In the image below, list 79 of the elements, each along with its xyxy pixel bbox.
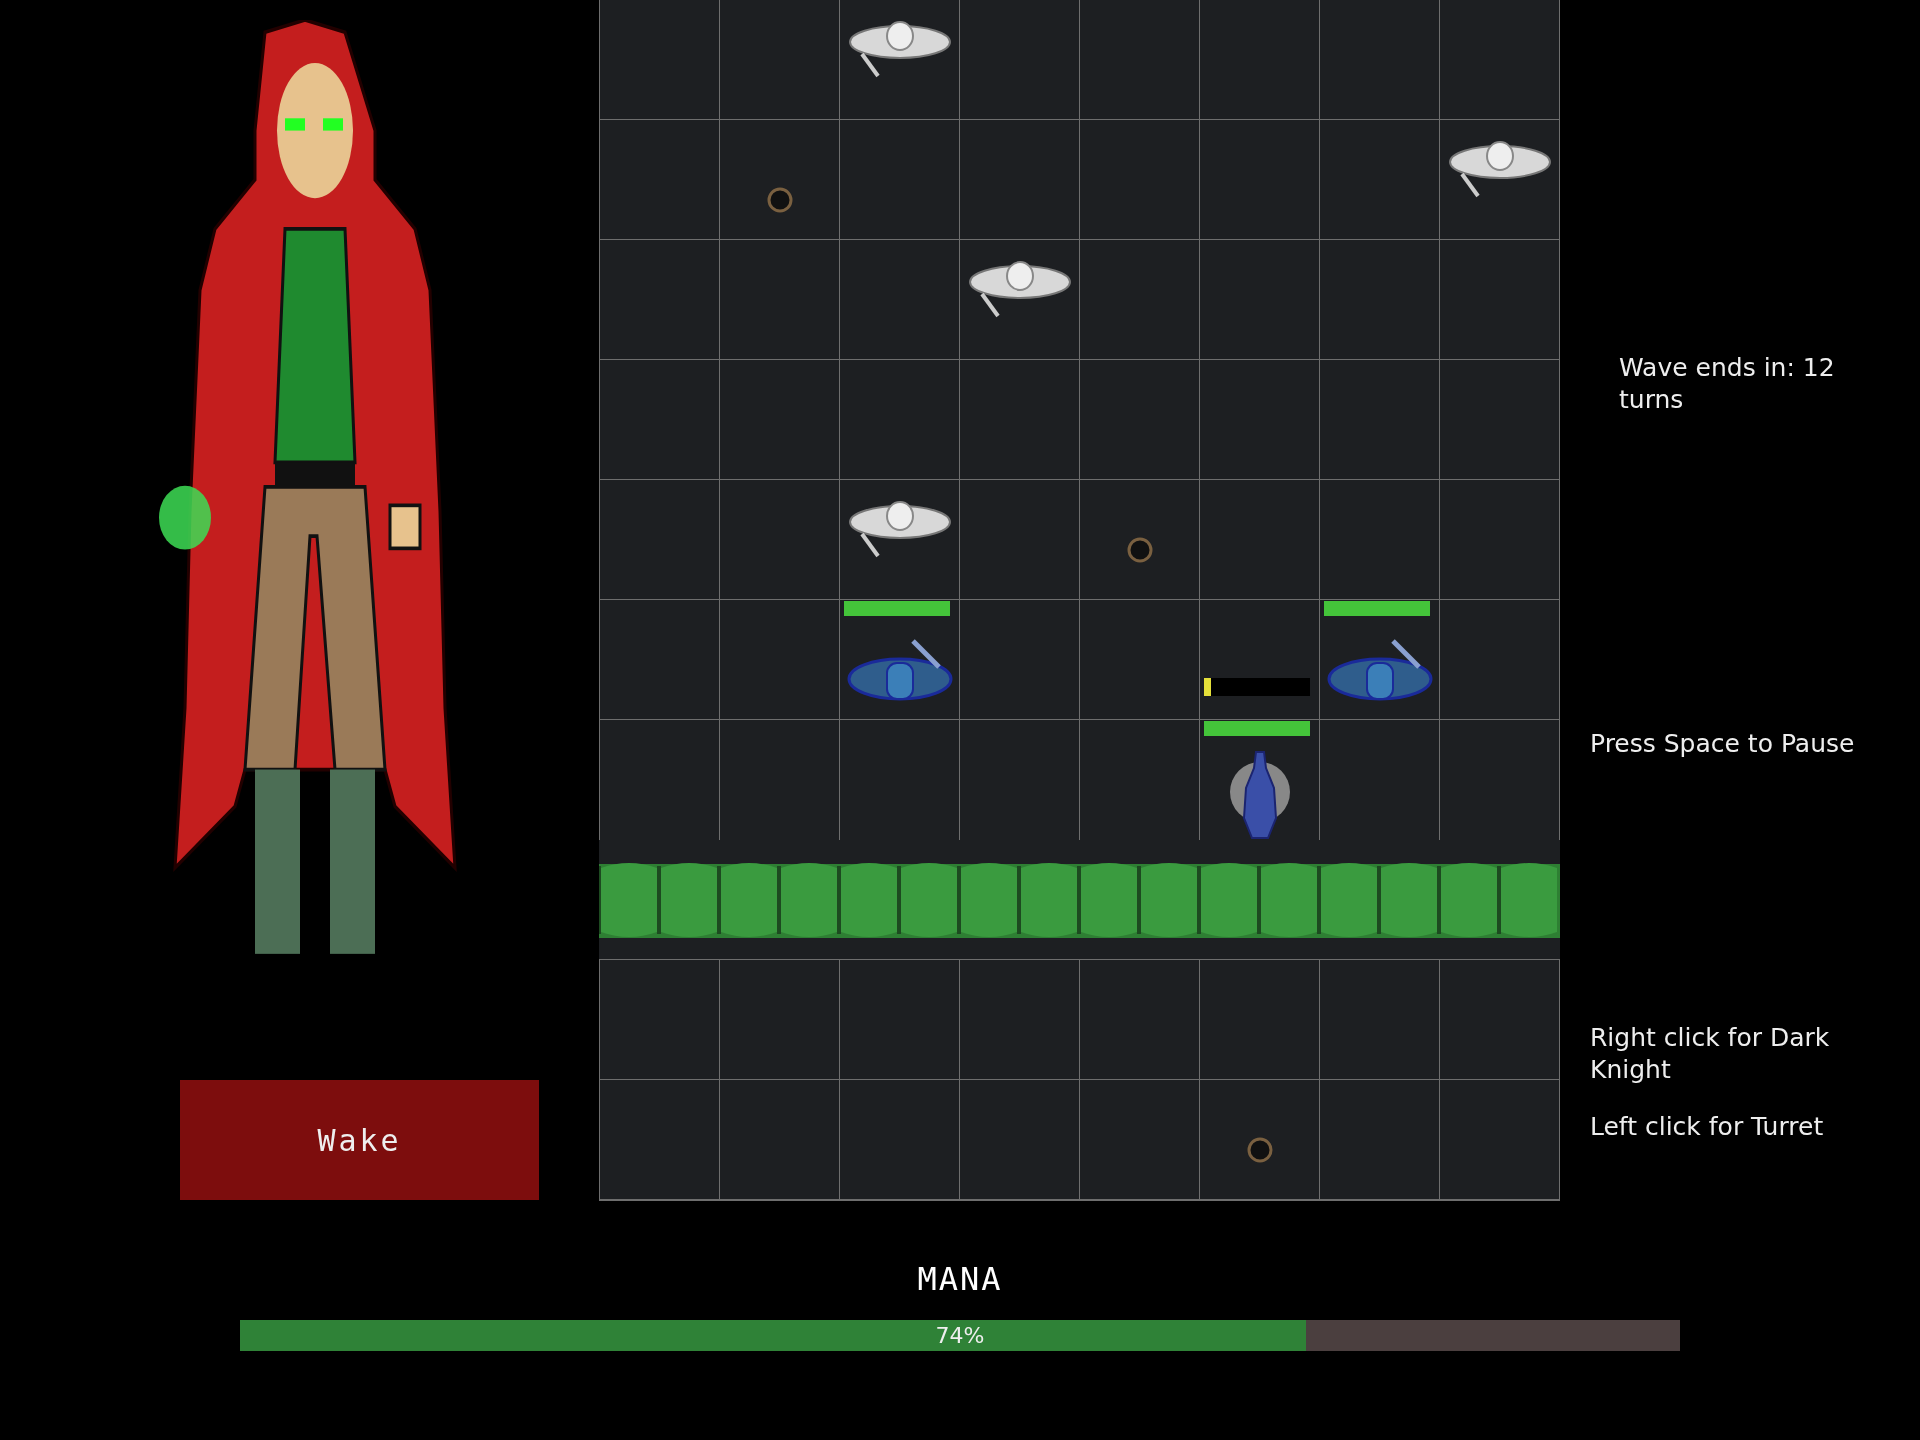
board-tile[interactable] (960, 480, 1079, 599)
board-tile[interactable] (1200, 0, 1319, 119)
board-tile[interactable] (1080, 120, 1199, 239)
board-tile[interactable] (1200, 960, 1319, 1079)
board-tile[interactable] (1320, 1080, 1439, 1199)
mine-icon (766, 186, 793, 213)
board-tile[interactable] (840, 360, 959, 479)
saucer-enemy-icon (1447, 139, 1552, 200)
board-tile[interactable] (1440, 120, 1559, 239)
board-tile[interactable] (1440, 1080, 1559, 1199)
turret-icon (1326, 636, 1433, 703)
board-tile[interactable] (1200, 1080, 1319, 1199)
board-tile[interactable] (1320, 240, 1439, 359)
board-tile[interactable] (960, 240, 1079, 359)
board-tile[interactable] (840, 1080, 959, 1199)
mana-reading: 74% (935, 1323, 985, 1348)
board-tile[interactable] (1320, 0, 1439, 119)
board-tile[interactable] (1080, 960, 1199, 1079)
board-tile[interactable] (720, 360, 839, 479)
pause-hint: Press Space to Pause (1590, 728, 1856, 760)
board-tile[interactable] (1200, 480, 1319, 599)
board-tile[interactable] (840, 600, 959, 719)
board-tile[interactable] (600, 120, 719, 239)
board-tile[interactable] (960, 960, 1079, 1079)
board-tile[interactable] (1320, 600, 1439, 719)
board-tile[interactable] (840, 480, 959, 599)
turret-icon (846, 636, 953, 703)
board-tile[interactable] (1320, 480, 1439, 599)
mine-icon (1246, 1136, 1273, 1163)
saucer-enemy-icon (847, 499, 952, 560)
board-tile[interactable] (1320, 120, 1439, 239)
board-tile[interactable] (1200, 120, 1319, 239)
board-tile[interactable] (720, 0, 839, 119)
board-tile[interactable] (720, 480, 839, 599)
board-tile[interactable] (840, 240, 959, 359)
board-tile[interactable] (720, 960, 839, 1079)
board-tile[interactable] (840, 0, 959, 119)
board-tile[interactable] (600, 360, 719, 479)
board-tile[interactable] (1200, 360, 1319, 479)
left-click-hint: Left click for Turret (1590, 1111, 1825, 1143)
board-tile[interactable] (1080, 360, 1199, 479)
board-tile[interactable] (720, 1080, 839, 1199)
board-tile[interactable] (1320, 960, 1439, 1079)
board-tile[interactable] (840, 960, 959, 1079)
wave-counter: Wave ends in: 12 turns (1619, 352, 1836, 416)
board-tile[interactable] (1080, 480, 1199, 599)
board-tile[interactable] (1080, 240, 1199, 359)
board-tile[interactable] (1080, 600, 1199, 719)
wake-button[interactable]: Wake (180, 1080, 539, 1200)
mana-label: MANA (917, 1260, 1003, 1298)
board-tile[interactable] (960, 360, 1079, 479)
saucer-enemy-icon (847, 19, 952, 80)
board-tile[interactable] (960, 1080, 1079, 1199)
board-tile[interactable] (1440, 0, 1559, 119)
board-tile[interactable] (960, 120, 1079, 239)
mine-icon (1126, 536, 1153, 563)
board-tile[interactable] (720, 240, 839, 359)
board-tile[interactable] (1320, 360, 1439, 479)
board-tile[interactable] (1080, 1080, 1199, 1199)
board-tile[interactable] (960, 600, 1079, 719)
board-tile[interactable] (600, 240, 719, 359)
board-tile[interactable] (1440, 240, 1559, 359)
board-tile[interactable] (600, 480, 719, 599)
board-tile[interactable] (1200, 240, 1319, 359)
saucer-enemy-icon (967, 259, 1072, 320)
board-tile[interactable] (1440, 600, 1559, 719)
board-tile[interactable] (720, 120, 839, 239)
board-tile[interactable] (1440, 960, 1559, 1079)
board-tile[interactable] (600, 960, 719, 1079)
board-tile[interactable] (720, 600, 839, 719)
board-tile[interactable] (840, 120, 959, 239)
board-tile[interactable] (1080, 0, 1199, 119)
board-tile[interactable] (600, 1080, 719, 1199)
board-tile[interactable] (600, 0, 719, 119)
board-tile[interactable] (960, 0, 1079, 119)
board-tile[interactable] (600, 600, 719, 719)
right-click-hint: Right click for Dark Knight (1590, 1022, 1830, 1086)
board-tile[interactable] (1440, 360, 1559, 479)
board-tile[interactable] (1440, 480, 1559, 599)
